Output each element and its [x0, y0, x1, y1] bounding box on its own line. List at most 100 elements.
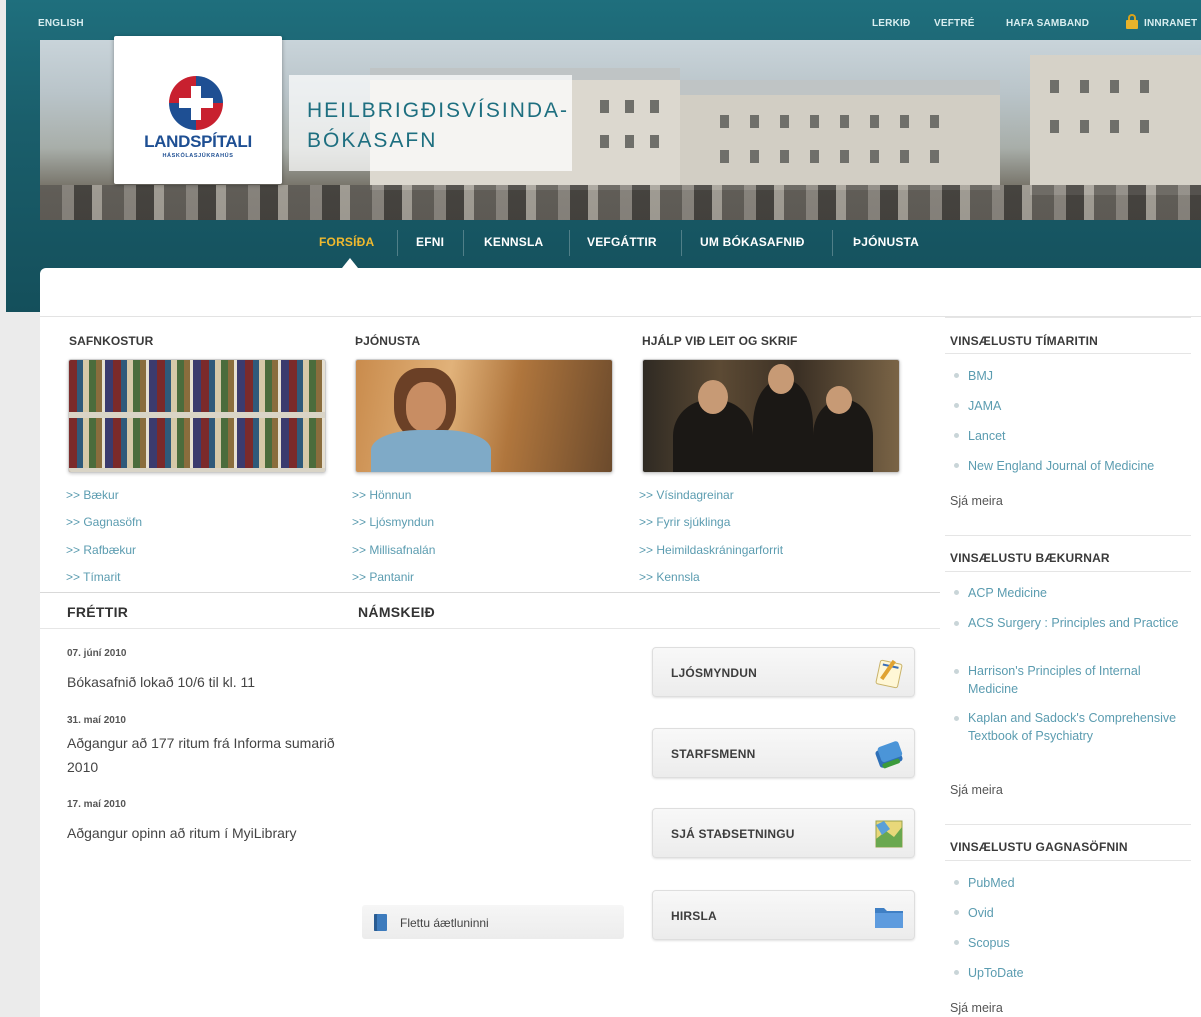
shortcut-label: SJÁ STAÐSETNINGU	[671, 827, 795, 841]
frettir-heading: FRÉTTIR	[67, 604, 129, 620]
address-book-icon	[875, 741, 903, 769]
news-title[interactable]: Aðgangur opinn að ritum í MyiLibrary	[67, 821, 337, 845]
browse-schedule-label: Flettu áætluninni	[400, 916, 489, 930]
nav-forsida[interactable]: FORSÍÐA	[319, 235, 374, 249]
news-title[interactable]: Bókasafnið lokað 10/6 til kl. 11	[67, 670, 337, 694]
bullet-icon	[954, 716, 959, 721]
database-link[interactable]: UpToDate	[968, 964, 1190, 982]
shortcut-starfsmenn[interactable]: STARFSMENN	[652, 728, 915, 778]
bullet-icon	[954, 910, 959, 915]
sidebar-divider	[945, 317, 1191, 318]
shortcut-sja-stadsetningu[interactable]: SJÁ STAÐSETNINGU	[652, 808, 915, 858]
site-title: HEILBRIGÐISVÍSINDA- BÓKASAFN	[289, 75, 572, 171]
shortcut-hirsla[interactable]: HIRSLA	[652, 890, 915, 940]
folder-icon	[875, 908, 903, 928]
journal-link[interactable]: Lancet	[968, 427, 1190, 445]
main-nav: FORSÍÐA EFNI KENNSLA VEFGÁTTIR UM BÓKASA…	[6, 222, 1201, 262]
journal-link[interactable]: BMJ	[968, 367, 1190, 385]
lock-icon	[1125, 14, 1139, 29]
safnkostur-heading: SAFNKOSTUR	[69, 334, 154, 348]
browse-schedule-button[interactable]: Flettu áætluninni	[362, 905, 624, 939]
popular-databases-heading: VINSÆLUSTU GAGNASÖFNIN	[950, 840, 1128, 854]
bullet-icon	[954, 463, 959, 468]
lerkid-link[interactable]: LERKIÐ	[872, 18, 910, 29]
bullet-icon	[954, 403, 959, 408]
sidebar-divider	[945, 353, 1191, 354]
link-millisafnalan[interactable]: >> Millisafnalán	[352, 543, 435, 557]
popular-books-heading: VINSÆLUSTU BÆKURNAR	[950, 551, 1110, 565]
news-date: 31. maí 2010	[67, 715, 126, 726]
innranet-link[interactable]: INNRANET	[1144, 18, 1197, 29]
active-nav-caret-icon	[342, 258, 358, 268]
hjalp-heading: HJÁLP VIÐ LEIT OG SKRIF	[642, 334, 798, 348]
english-link[interactable]: ENGLISH	[38, 18, 84, 29]
link-baekur[interactable]: >> Bækur	[66, 488, 119, 502]
map-icon	[875, 820, 903, 848]
link-honnun[interactable]: >> Hönnun	[352, 488, 411, 502]
nav-efni[interactable]: EFNI	[416, 235, 444, 249]
logo[interactable]: LANDSPÍTALI HÁSKÓLASJÚKRAHÚS	[114, 36, 282, 184]
database-link[interactable]: Scopus	[968, 934, 1190, 952]
link-timarit[interactable]: >> Tímarit	[66, 570, 120, 584]
study-photo[interactable]	[642, 359, 900, 473]
book-link[interactable]: Kaplan and Sadock's Comprehensive Textbo…	[968, 709, 1190, 745]
link-fyrir-sjuklinga[interactable]: >> Fyrir sjúklinga	[639, 515, 730, 529]
bullet-icon	[954, 669, 959, 674]
section-divider	[40, 592, 940, 593]
section-divider	[40, 628, 940, 629]
service-photo[interactable]	[355, 359, 613, 473]
book-link[interactable]: Harrison's Principles of Internal Medici…	[968, 662, 1190, 698]
veftre-link[interactable]: VEFTRÉ	[934, 18, 975, 29]
news-title[interactable]: Aðgangur að 177 ritum frá Informa sumari…	[67, 731, 337, 779]
page-background	[0, 312, 40, 1017]
books-photo[interactable]	[68, 359, 326, 473]
database-link[interactable]: PubMed	[968, 874, 1190, 892]
nav-um-bokasafnid[interactable]: UM BÓKASAFNIÐ	[700, 235, 805, 249]
shortcut-label: STARFSMENN	[671, 747, 756, 761]
bullet-icon	[954, 433, 959, 438]
bullet-icon	[954, 970, 959, 975]
news-date: 17. maí 2010	[67, 799, 126, 810]
nav-vefgattir[interactable]: VEFGÁTTIR	[587, 235, 657, 249]
news-date: 07. júní 2010	[67, 648, 127, 659]
site-title-line1: HEILBRIGÐISVÍSINDA-	[307, 99, 570, 122]
bullet-icon	[954, 940, 959, 945]
header: ENGLISH LERKIÐ VEFTRÉ HAFA SAMBAND INNRA…	[6, 0, 1201, 312]
link-visindagreinar[interactable]: >> Vísindagreinar	[639, 488, 734, 502]
see-more-databases-link[interactable]: Sjá meira	[950, 1001, 1003, 1015]
bullet-icon	[954, 621, 959, 626]
link-ljosmyndun[interactable]: >> Ljósmyndun	[352, 515, 434, 529]
sidebar-divider	[945, 824, 1191, 825]
pencil-notepad-icon	[875, 659, 903, 689]
hafa-samband-link[interactable]: HAFA SAMBAND	[1006, 18, 1089, 29]
bullet-icon	[954, 880, 959, 885]
logo-subtext: HÁSKÓLASJÚKRAHÚS	[162, 153, 234, 159]
shortcut-label: LJÓSMYNDUN	[671, 666, 758, 680]
sidebar-divider	[945, 571, 1191, 572]
link-heimildaskraning[interactable]: >> Heimildaskráningarforrit	[639, 543, 783, 557]
see-more-journals-link[interactable]: Sjá meira	[950, 494, 1003, 508]
landspitali-cross-icon	[169, 76, 223, 130]
namskeid-heading: NÁMSKEIÐ	[358, 604, 436, 620]
popular-journals-heading: VINSÆLUSTU TÍMARITIN	[950, 334, 1098, 348]
link-pantanir[interactable]: >> Pantanir	[352, 570, 414, 584]
book-link[interactable]: ACS Surgery : Principles and Practice	[968, 614, 1190, 632]
sidebar-divider	[945, 535, 1191, 536]
journal-link[interactable]: JAMA	[968, 397, 1190, 415]
thjonusta-heading: ÞJÓNUSTA	[355, 334, 421, 348]
journal-link[interactable]: New England Journal of Medicine	[968, 457, 1190, 475]
bullet-icon	[954, 590, 959, 595]
nav-kennsla[interactable]: KENNSLA	[484, 235, 543, 249]
bullet-icon	[954, 373, 959, 378]
shortcut-ljosmyndun[interactable]: LJÓSMYNDUN	[652, 647, 915, 697]
link-kennsla[interactable]: >> Kennsla	[639, 570, 700, 584]
database-link[interactable]: Ovid	[968, 904, 1190, 922]
book-icon	[374, 914, 387, 931]
link-gagnasofn[interactable]: >> Gagnasöfn	[66, 515, 142, 529]
see-more-books-link[interactable]: Sjá meira	[950, 783, 1003, 797]
nav-thjonusta[interactable]: ÞJÓNUSTA	[853, 235, 919, 249]
book-link[interactable]: ACP Medicine	[968, 584, 1190, 602]
sidebar-divider	[945, 860, 1191, 861]
link-rafbaekur[interactable]: >> Rafbækur	[66, 543, 136, 557]
logo-text: LANDSPÍTALI	[144, 132, 252, 151]
